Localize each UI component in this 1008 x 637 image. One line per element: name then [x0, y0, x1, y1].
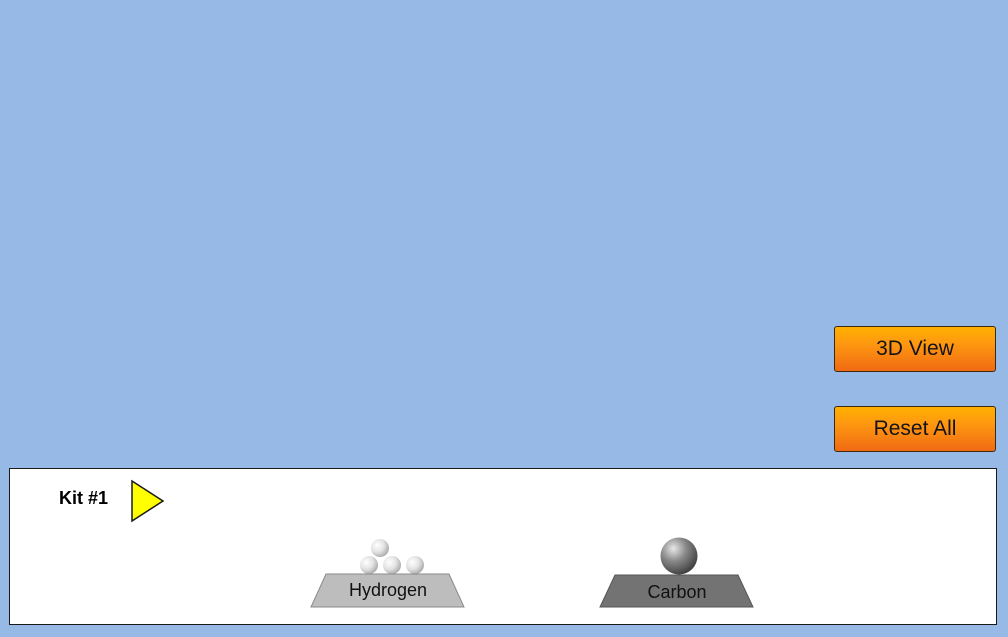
kit-title: Kit #1 [59, 488, 109, 508]
hydrogen-atom[interactable] [360, 556, 378, 574]
hydrogen-atom[interactable] [406, 556, 424, 574]
play-area[interactable] [0, 0, 1008, 466]
hydrogen-atom[interactable] [371, 539, 389, 557]
kit-panel: Kit #1 Hydrogen Carbon [9, 468, 997, 625]
carbon-atom[interactable] [660, 537, 698, 575]
hydrogen-atom[interactable] [383, 556, 401, 574]
hydrogen-label: Hydrogen [348, 580, 428, 600]
next-kit-arrow-icon[interactable] [130, 479, 166, 523]
carbon-label: Carbon [647, 582, 707, 602]
3d-view-button[interactable]: 3D View [834, 326, 996, 372]
reset-all-button[interactable]: Reset All [834, 406, 996, 452]
